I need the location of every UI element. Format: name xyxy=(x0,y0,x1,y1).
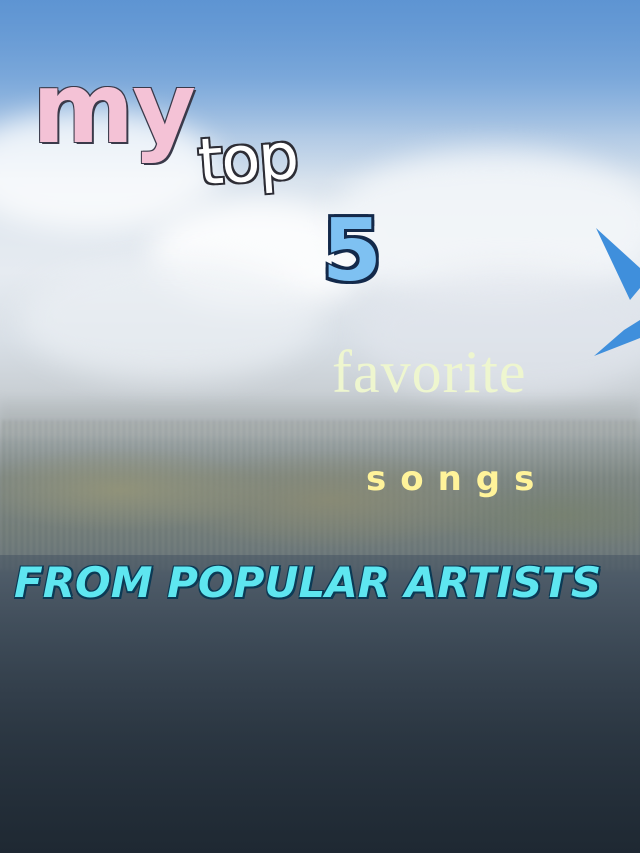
airplane-wingtip xyxy=(594,228,640,356)
subtitle-from-popular-artists: FROM POPULAR ARTISTS xyxy=(14,558,602,607)
title-word-my: my xyxy=(32,52,196,166)
title-word-top: top xyxy=(195,119,300,201)
cloud xyxy=(20,260,320,380)
aerial-photo-background: my top 5 favorite songs FROM POPULAR ART… xyxy=(0,0,640,853)
title-word-songs: songs xyxy=(366,459,549,499)
title-word-favorite: favorite xyxy=(332,339,527,405)
title-number-five: 5 xyxy=(322,201,382,301)
